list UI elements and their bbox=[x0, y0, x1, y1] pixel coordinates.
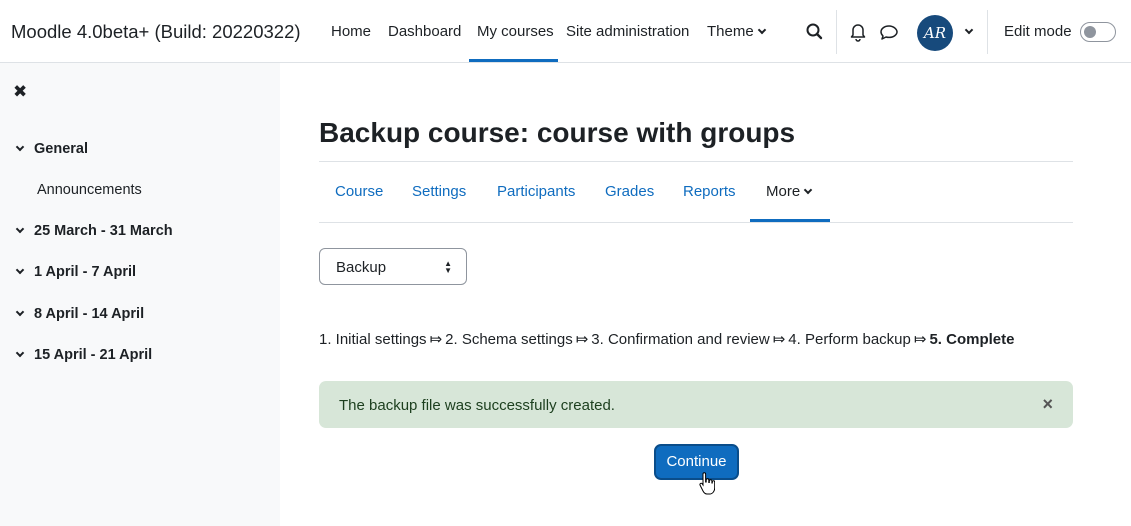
nav-theme-dropdown[interactable]: Theme bbox=[707, 23, 766, 40]
backup-action-select[interactable]: Backup ▲ ▼ bbox=[319, 248, 467, 285]
hand-pointer-cursor-icon bbox=[699, 472, 715, 495]
edit-mode-label: Edit mode bbox=[1004, 23, 1072, 40]
section-week-2[interactable]: 1 April - 7 April bbox=[15, 264, 137, 280]
tab-participants[interactable]: Participants bbox=[497, 183, 575, 200]
progress-step: 1. Initial settings bbox=[319, 331, 427, 348]
search-icon[interactable] bbox=[805, 21, 825, 43]
step-separator-icon: ⤇ bbox=[575, 331, 589, 348]
toggle-knob bbox=[1084, 26, 1096, 38]
section-week-1[interactable]: 25 March - 31 March bbox=[15, 223, 173, 239]
nav-active-indicator bbox=[469, 59, 558, 62]
section-label: 25 March - 31 March bbox=[34, 223, 173, 239]
nav-home[interactable]: Home bbox=[331, 23, 371, 40]
chevron-down-icon[interactable] bbox=[15, 142, 25, 152]
top-navbar: Moodle 4.0beta+ (Build: 20220322) Home D… bbox=[0, 0, 1131, 63]
chevron-down-icon[interactable] bbox=[15, 265, 25, 275]
user-menu-chevron-down-icon[interactable] bbox=[964, 25, 974, 35]
section-label: 15 April - 21 April bbox=[34, 347, 153, 363]
section-general[interactable]: General bbox=[15, 141, 88, 157]
chat-icon[interactable] bbox=[879, 21, 899, 43]
edit-mode-toggle[interactable] bbox=[1080, 22, 1116, 42]
success-alert: The backup file was successfully created… bbox=[319, 381, 1073, 428]
tab-more-dropdown[interactable]: More bbox=[766, 183, 813, 200]
nav-theme-label: Theme bbox=[707, 23, 754, 40]
section-week-3[interactable]: 8 April - 14 April bbox=[15, 306, 145, 322]
chevron-down-icon bbox=[757, 25, 766, 35]
chevron-down-icon[interactable] bbox=[15, 224, 25, 234]
progress-step: 2. Schema settings bbox=[445, 331, 573, 348]
progress-step-current: 5. Complete bbox=[929, 331, 1015, 348]
navbar-divider bbox=[836, 10, 837, 54]
nav-my-courses[interactable]: My courses bbox=[477, 23, 554, 40]
tab-grades[interactable]: Grades bbox=[605, 183, 654, 200]
nav-site-administration[interactable]: Site administration bbox=[566, 23, 689, 40]
header-divider bbox=[319, 161, 1073, 162]
tab-reports[interactable]: Reports bbox=[683, 183, 736, 200]
tab-more-label: More bbox=[766, 183, 801, 200]
section-label: 8 April - 14 April bbox=[34, 306, 145, 322]
step-separator-icon: ⤇ bbox=[772, 331, 786, 348]
nav-dashboard[interactable]: Dashboard bbox=[388, 23, 461, 40]
step-separator-icon: ⤇ bbox=[429, 331, 443, 348]
continue-button[interactable]: Continue bbox=[654, 444, 739, 480]
backup-progress-steps: 1. Initial settings ⤇ 2. Schema settings ⤇ 3… bbox=[319, 330, 1014, 348]
select-value: Backup bbox=[336, 259, 387, 276]
bell-icon[interactable] bbox=[848, 21, 868, 43]
navbar-divider bbox=[987, 10, 988, 54]
progress-step: 3. Confirmation and review bbox=[591, 331, 770, 348]
chevron-down-icon bbox=[803, 185, 813, 195]
step-separator-icon: ⤇ bbox=[913, 331, 927, 348]
alert-message: The backup file was successfully created… bbox=[339, 397, 615, 414]
site-name[interactable]: Moodle 4.0beta+ (Build: 20220322) bbox=[11, 21, 301, 43]
tab-settings[interactable]: Settings bbox=[412, 183, 466, 200]
tab-course[interactable]: Course bbox=[335, 183, 383, 200]
section-label: 1 April - 7 April bbox=[34, 264, 137, 280]
page-title: Backup course: course with groups bbox=[319, 117, 796, 148]
activity-announcements[interactable]: Announcements bbox=[37, 182, 142, 198]
progress-step: 4. Perform backup bbox=[788, 331, 911, 348]
close-drawer-icon[interactable]: ✖ bbox=[13, 82, 27, 102]
section-label: General bbox=[34, 141, 88, 157]
section-week-4[interactable]: 15 April - 21 April bbox=[15, 347, 153, 363]
chevron-down-icon[interactable] bbox=[15, 307, 25, 317]
close-icon[interactable]: × bbox=[1042, 395, 1053, 413]
select-updown-icon: ▲ ▼ bbox=[444, 259, 452, 275]
course-index-drawer: ✖ General Announcements 25 March - 31 Ma… bbox=[0, 63, 280, 526]
chevron-down-icon[interactable] bbox=[15, 348, 25, 358]
tabs-divider bbox=[319, 222, 1073, 223]
user-avatar[interactable]: AR bbox=[917, 15, 953, 51]
